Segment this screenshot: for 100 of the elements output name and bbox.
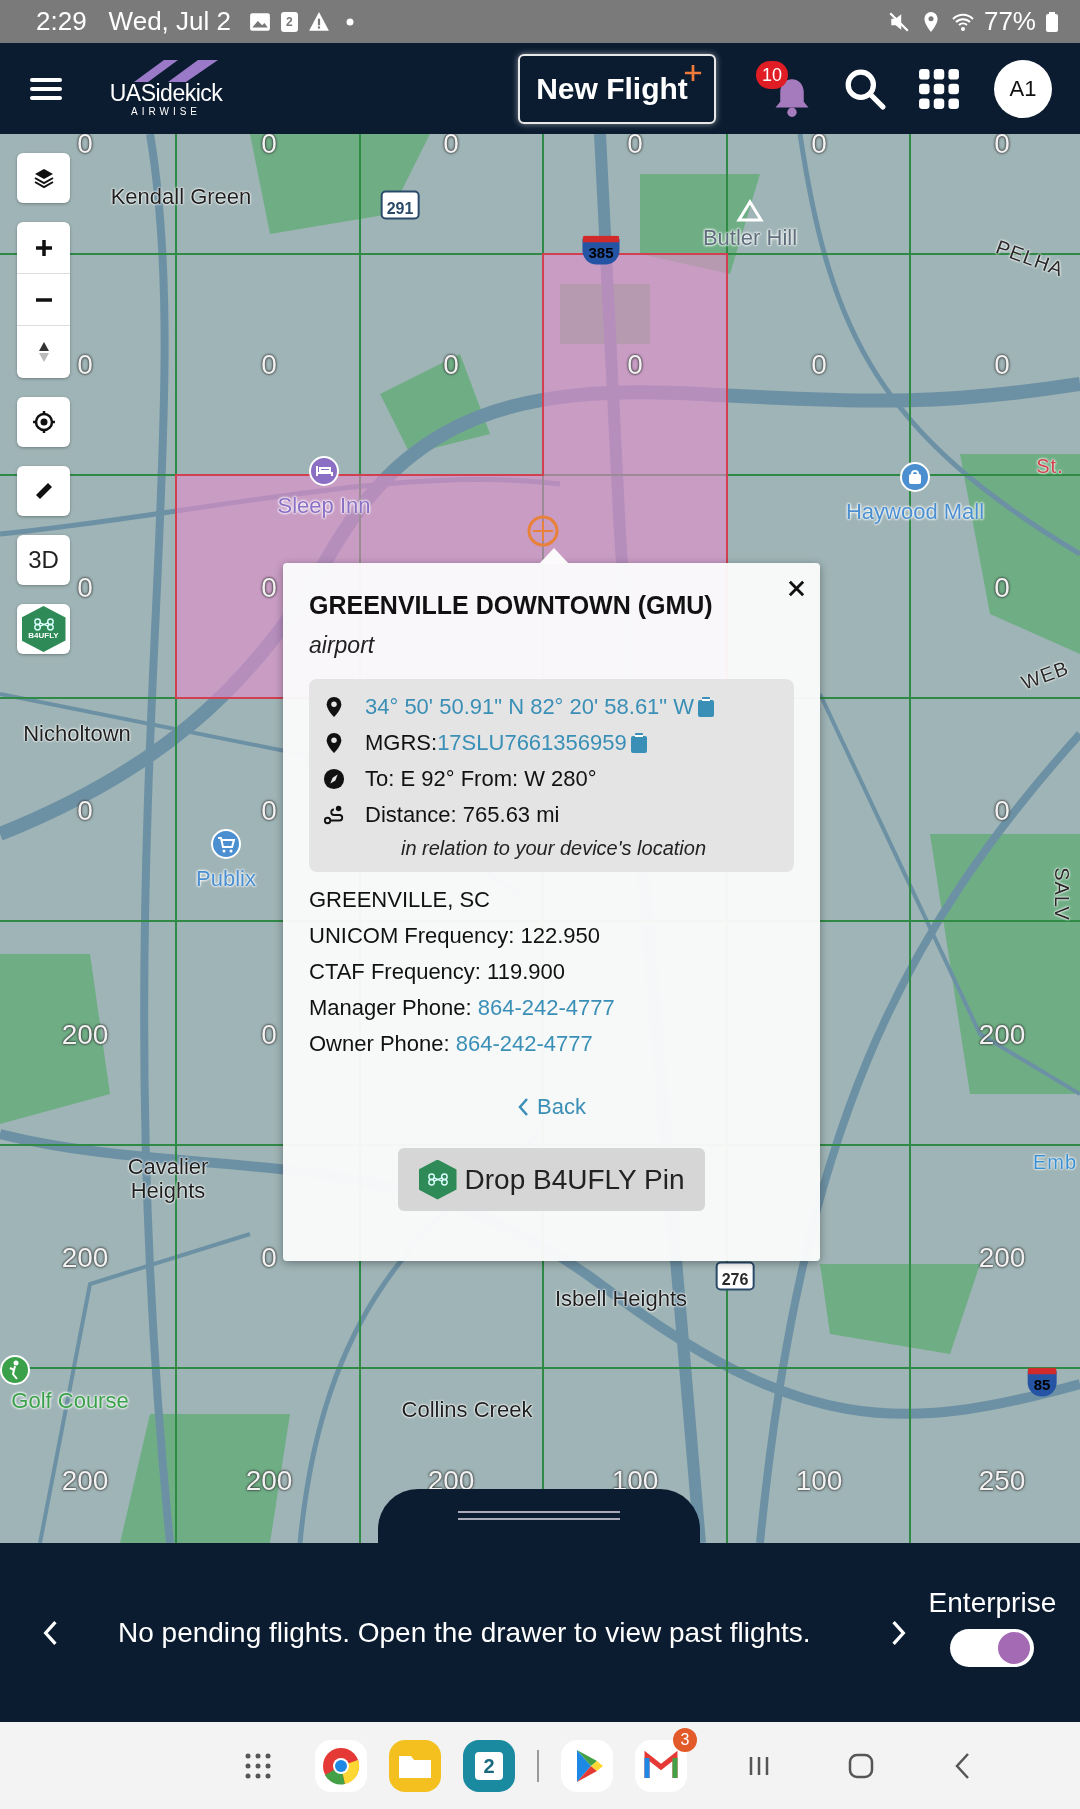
status-date: Wed, Jul 2 xyxy=(108,6,231,37)
coordinate-link[interactable]: 34° 50' 50.91" N 82° 20' 58.61" W xyxy=(365,694,695,720)
grid-altitude-label: 0 xyxy=(261,1244,277,1272)
grid-altitude-label: 0 xyxy=(261,574,277,602)
new-flight-button[interactable]: New Flight xyxy=(518,53,716,124)
image-icon xyxy=(248,10,271,33)
golfer-icon[interactable] xyxy=(0,1355,30,1385)
back-link[interactable]: Back xyxy=(513,1090,590,1124)
grid-altitude-label: 200 xyxy=(245,1467,293,1495)
close-icon[interactable] xyxy=(787,579,806,598)
grid-altitude-label: 0 xyxy=(261,1021,277,1049)
airport-type: airport xyxy=(309,632,375,659)
calendar-notification-icon: 2 xyxy=(280,11,298,32)
search-icon[interactable] xyxy=(844,67,886,110)
grid-altitude-label: 200 xyxy=(978,1021,1026,1049)
route-shield: 291 xyxy=(380,190,420,220)
grid-altitude-label: 0 xyxy=(811,351,827,379)
ruler-button[interactable] xyxy=(17,466,70,516)
grid-altitude-label: 200 xyxy=(61,1467,109,1495)
b4ufly-button[interactable]: B4UFLY xyxy=(17,604,70,654)
grid-altitude-label: 200 xyxy=(61,1021,109,1049)
interstate-shield: 385 xyxy=(582,235,620,265)
cart-icon[interactable] xyxy=(211,829,241,859)
map-place-label: St. xyxy=(1036,455,1064,477)
grid-altitude-label: 0 xyxy=(443,351,459,379)
calendar-app-icon[interactable]: 2 xyxy=(463,1739,515,1792)
apps-grid-icon[interactable] xyxy=(918,67,960,110)
chevron-right-icon[interactable] xyxy=(890,1619,907,1646)
route-shield: 276 xyxy=(715,1261,755,1291)
grid-altitude-label: 0 xyxy=(994,351,1010,379)
airport-detail-text: Manager Phone: xyxy=(309,995,473,1021)
location-info-text: MGRS: xyxy=(365,730,438,756)
grid-altitude-label: 0 xyxy=(77,134,93,158)
phone-link[interactable]: 864-242-4777 xyxy=(455,1031,593,1057)
drawer-handle[interactable] xyxy=(378,1489,700,1543)
map-place-label: Emb xyxy=(1032,1151,1078,1173)
enterprise-label: Enterprise xyxy=(928,1586,1057,1619)
grid-altitude-label: 100 xyxy=(795,1467,843,1495)
drop-pin-button[interactable]: Drop B4UFLY Pin xyxy=(398,1148,705,1211)
map-place-label: Golf Course xyxy=(11,1388,129,1414)
grid-altitude-label: 0 xyxy=(994,797,1010,825)
browser-app-icon[interactable] xyxy=(315,1739,367,1792)
phone-link[interactable]: 864-242-4777 xyxy=(477,995,615,1021)
interstate-shield: 85 xyxy=(1027,1367,1057,1397)
grid-altitude-label: 0 xyxy=(443,134,459,158)
grid-altitude-label: 0 xyxy=(261,134,277,158)
route-icon xyxy=(323,804,345,826)
grid-altitude-label: 0 xyxy=(994,134,1010,158)
map-place-label: Sleep Inn xyxy=(277,493,371,519)
airport-detail-text: GREENVILLE, SC xyxy=(309,887,490,913)
notification-badge: 10 xyxy=(756,60,788,89)
compass-icon xyxy=(323,768,345,790)
grid-altitude-label: 0 xyxy=(994,574,1010,602)
grid-altitude-label: 200 xyxy=(61,1244,109,1272)
location-info-text: Distance: 765.63 mi xyxy=(365,802,560,828)
crosshair-icon xyxy=(31,410,56,434)
grid-altitude-label: 0 xyxy=(77,797,93,825)
mute-icon xyxy=(887,10,910,33)
layers-button[interactable] xyxy=(17,153,70,203)
map-place-label: SALV xyxy=(1051,867,1073,921)
airport-detail-text: Owner Phone: xyxy=(309,1031,451,1057)
airport-detail-text: CTAF Frequency: 119.900 xyxy=(309,959,565,985)
mail-badge: 3 xyxy=(673,1727,697,1752)
grid-altitude-label: 0 xyxy=(261,797,277,825)
grid-altitude-label: 0 xyxy=(261,351,277,379)
play-store-app-icon[interactable] xyxy=(561,1739,613,1792)
battery-icon xyxy=(1046,11,1058,32)
3d-view-button[interactable]: 3D xyxy=(17,535,70,585)
airport-marker-icon[interactable] xyxy=(525,513,561,549)
grid-altitude-label: 0 xyxy=(77,351,93,379)
grid-altitude-label: 0 xyxy=(627,134,643,158)
location-info-text: To: E 92° From: W 280° xyxy=(365,766,597,792)
coordinate-link[interactable]: 17SLU7661356959 xyxy=(437,730,627,756)
user-avatar[interactable]: A1 xyxy=(994,59,1052,118)
battery-percent: 77% xyxy=(983,6,1036,37)
grid-altitude-label: 0 xyxy=(77,574,93,602)
locate-button[interactable] xyxy=(17,397,70,447)
enterprise-toggle[interactable] xyxy=(950,1628,1035,1667)
chevron-left-icon[interactable] xyxy=(42,1619,58,1646)
status-time: 2:29 xyxy=(36,6,87,37)
airport-detail-text: UNICOM Frequency: 122.950 xyxy=(309,923,601,949)
airport-title: GREENVILLE DOWNTOWN (GMU) xyxy=(309,591,714,620)
pending-flights-message: No pending flights. Open the drawer to view past flights. xyxy=(118,1616,811,1649)
clipboard-icon[interactable] xyxy=(630,733,647,753)
map-place-label: Isbell Heights xyxy=(554,1286,688,1312)
map-place-label: WEB xyxy=(1018,656,1072,694)
clipboard-icon[interactable] xyxy=(698,697,715,717)
shopping-bag-icon[interactable] xyxy=(900,462,930,492)
warning-icon xyxy=(307,10,330,33)
map-place-label: Publix xyxy=(196,866,256,892)
bed-icon[interactable] xyxy=(309,456,339,486)
map-place-label: Collins Creek xyxy=(401,1397,533,1423)
drone-icon xyxy=(32,618,55,631)
app-logo: UASidekick AIRWISE xyxy=(106,60,226,117)
map-place-label: Nicholtown xyxy=(23,721,131,747)
grid-altitude-label: 0 xyxy=(627,351,643,379)
drone-icon xyxy=(426,1173,449,1186)
location-note: in relation to your device's location xyxy=(400,837,707,860)
chevron-left-icon xyxy=(517,1097,530,1117)
menu-icon[interactable] xyxy=(30,76,62,101)
